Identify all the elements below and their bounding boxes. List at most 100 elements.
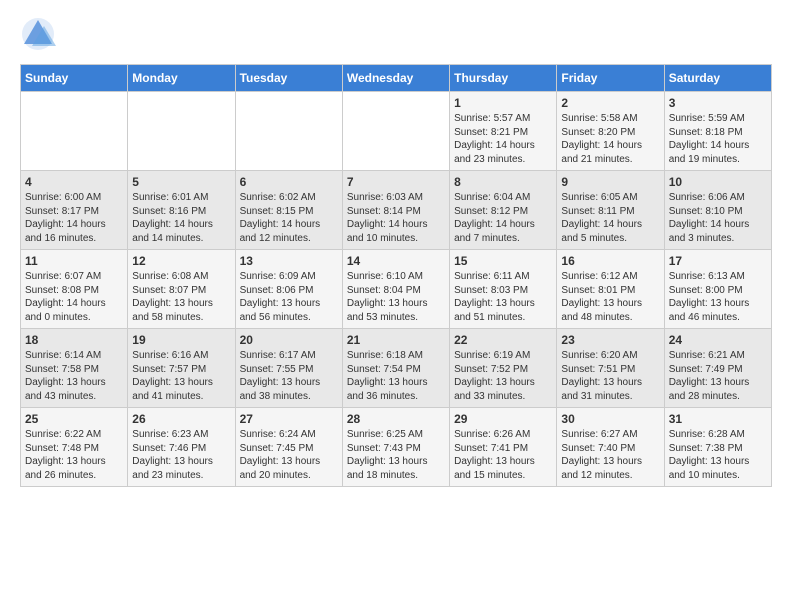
day-info: Sunset: 8:21 PM xyxy=(454,126,552,140)
day-info: Daylight: 14 hours and 19 minutes. xyxy=(669,139,767,166)
column-header-friday: Friday xyxy=(557,65,664,92)
day-info: Daylight: 13 hours and 46 minutes. xyxy=(669,297,767,324)
day-cell-28: 28Sunrise: 6:25 AMSunset: 7:43 PMDayligh… xyxy=(342,408,449,487)
day-info: Sunset: 7:54 PM xyxy=(347,363,445,377)
column-header-saturday: Saturday xyxy=(664,65,771,92)
page: SundayMondayTuesdayWednesdayThursdayFrid… xyxy=(0,0,792,499)
day-info: Sunset: 8:20 PM xyxy=(561,126,659,140)
day-info: Sunrise: 6:03 AM xyxy=(347,191,445,205)
day-info: Sunset: 7:43 PM xyxy=(347,442,445,456)
column-header-wednesday: Wednesday xyxy=(342,65,449,92)
column-header-sunday: Sunday xyxy=(21,65,128,92)
day-number: 24 xyxy=(669,333,767,347)
day-number: 29 xyxy=(454,412,552,426)
day-cell-24: 24Sunrise: 6:21 AMSunset: 7:49 PMDayligh… xyxy=(664,329,771,408)
day-cell-empty xyxy=(342,92,449,171)
day-cell-empty xyxy=(128,92,235,171)
day-info: Sunset: 8:14 PM xyxy=(347,205,445,219)
day-info: Daylight: 13 hours and 12 minutes. xyxy=(561,455,659,482)
day-info: Daylight: 13 hours and 10 minutes. xyxy=(669,455,767,482)
day-info: Sunset: 8:17 PM xyxy=(25,205,123,219)
day-cell-14: 14Sunrise: 6:10 AMSunset: 8:04 PMDayligh… xyxy=(342,250,449,329)
day-cell-11: 11Sunrise: 6:07 AMSunset: 8:08 PMDayligh… xyxy=(21,250,128,329)
day-number: 1 xyxy=(454,96,552,110)
day-cell-22: 22Sunrise: 6:19 AMSunset: 7:52 PMDayligh… xyxy=(450,329,557,408)
day-info: Sunset: 8:06 PM xyxy=(240,284,338,298)
day-info: Sunrise: 6:22 AM xyxy=(25,428,123,442)
day-info: Daylight: 13 hours and 31 minutes. xyxy=(561,376,659,403)
day-info: Sunrise: 6:13 AM xyxy=(669,270,767,284)
week-row-3: 11Sunrise: 6:07 AMSunset: 8:08 PMDayligh… xyxy=(21,250,772,329)
day-number: 12 xyxy=(132,254,230,268)
day-info: Sunrise: 6:20 AM xyxy=(561,349,659,363)
day-info: Sunset: 8:18 PM xyxy=(669,126,767,140)
day-info: Sunset: 8:10 PM xyxy=(669,205,767,219)
day-info: Sunrise: 6:12 AM xyxy=(561,270,659,284)
day-cell-8: 8Sunrise: 6:04 AMSunset: 8:12 PMDaylight… xyxy=(450,171,557,250)
day-cell-18: 18Sunrise: 6:14 AMSunset: 7:58 PMDayligh… xyxy=(21,329,128,408)
day-info: Sunrise: 6:27 AM xyxy=(561,428,659,442)
day-info: Sunrise: 6:11 AM xyxy=(454,270,552,284)
day-info: Sunset: 7:38 PM xyxy=(669,442,767,456)
week-row-2: 4Sunrise: 6:00 AMSunset: 8:17 PMDaylight… xyxy=(21,171,772,250)
day-info: Sunset: 8:16 PM xyxy=(132,205,230,219)
day-number: 31 xyxy=(669,412,767,426)
day-number: 13 xyxy=(240,254,338,268)
day-info: Sunrise: 6:04 AM xyxy=(454,191,552,205)
day-number: 4 xyxy=(25,175,123,189)
day-info: Sunrise: 6:19 AM xyxy=(454,349,552,363)
day-info: Daylight: 14 hours and 7 minutes. xyxy=(454,218,552,245)
day-info: Daylight: 13 hours and 53 minutes. xyxy=(347,297,445,324)
day-info: Daylight: 14 hours and 10 minutes. xyxy=(347,218,445,245)
day-info: Sunrise: 6:28 AM xyxy=(669,428,767,442)
day-cell-empty xyxy=(235,92,342,171)
day-info: Daylight: 13 hours and 28 minutes. xyxy=(669,376,767,403)
day-info: Sunset: 8:08 PM xyxy=(25,284,123,298)
day-number: 20 xyxy=(240,333,338,347)
day-cell-3: 3Sunrise: 5:59 AMSunset: 8:18 PMDaylight… xyxy=(664,92,771,171)
day-number: 28 xyxy=(347,412,445,426)
day-cell-empty xyxy=(21,92,128,171)
day-info: Sunrise: 6:18 AM xyxy=(347,349,445,363)
day-info: Sunset: 7:51 PM xyxy=(561,363,659,377)
week-row-4: 18Sunrise: 6:14 AMSunset: 7:58 PMDayligh… xyxy=(21,329,772,408)
day-number: 9 xyxy=(561,175,659,189)
day-info: Daylight: 14 hours and 0 minutes. xyxy=(25,297,123,324)
day-info: Daylight: 13 hours and 26 minutes. xyxy=(25,455,123,482)
day-info: Daylight: 14 hours and 12 minutes. xyxy=(240,218,338,245)
day-number: 3 xyxy=(669,96,767,110)
day-cell-6: 6Sunrise: 6:02 AMSunset: 8:15 PMDaylight… xyxy=(235,171,342,250)
day-info: Sunrise: 6:24 AM xyxy=(240,428,338,442)
day-info: Sunrise: 6:09 AM xyxy=(240,270,338,284)
day-info: Daylight: 13 hours and 20 minutes. xyxy=(240,455,338,482)
day-info: Sunrise: 6:16 AM xyxy=(132,349,230,363)
day-number: 27 xyxy=(240,412,338,426)
day-info: Daylight: 13 hours and 51 minutes. xyxy=(454,297,552,324)
day-cell-1: 1Sunrise: 5:57 AMSunset: 8:21 PMDaylight… xyxy=(450,92,557,171)
day-cell-25: 25Sunrise: 6:22 AMSunset: 7:48 PMDayligh… xyxy=(21,408,128,487)
day-cell-20: 20Sunrise: 6:17 AMSunset: 7:55 PMDayligh… xyxy=(235,329,342,408)
day-info: Sunset: 7:49 PM xyxy=(669,363,767,377)
day-number: 18 xyxy=(25,333,123,347)
day-info: Sunrise: 6:14 AM xyxy=(25,349,123,363)
day-cell-16: 16Sunrise: 6:12 AMSunset: 8:01 PMDayligh… xyxy=(557,250,664,329)
day-number: 10 xyxy=(669,175,767,189)
day-info: Sunset: 8:04 PM xyxy=(347,284,445,298)
day-cell-30: 30Sunrise: 6:27 AMSunset: 7:40 PMDayligh… xyxy=(557,408,664,487)
day-info: Daylight: 14 hours and 3 minutes. xyxy=(669,218,767,245)
day-info: Daylight: 13 hours and 48 minutes. xyxy=(561,297,659,324)
day-number: 5 xyxy=(132,175,230,189)
day-number: 23 xyxy=(561,333,659,347)
day-info: Sunrise: 5:57 AM xyxy=(454,112,552,126)
day-info: Sunset: 7:41 PM xyxy=(454,442,552,456)
day-number: 30 xyxy=(561,412,659,426)
day-info: Sunrise: 6:06 AM xyxy=(669,191,767,205)
day-number: 25 xyxy=(25,412,123,426)
column-header-monday: Monday xyxy=(128,65,235,92)
day-info: Daylight: 13 hours and 58 minutes. xyxy=(132,297,230,324)
day-number: 22 xyxy=(454,333,552,347)
day-info: Daylight: 13 hours and 18 minutes. xyxy=(347,455,445,482)
day-cell-29: 29Sunrise: 6:26 AMSunset: 7:41 PMDayligh… xyxy=(450,408,557,487)
day-cell-12: 12Sunrise: 6:08 AMSunset: 8:07 PMDayligh… xyxy=(128,250,235,329)
day-info: Sunset: 8:15 PM xyxy=(240,205,338,219)
